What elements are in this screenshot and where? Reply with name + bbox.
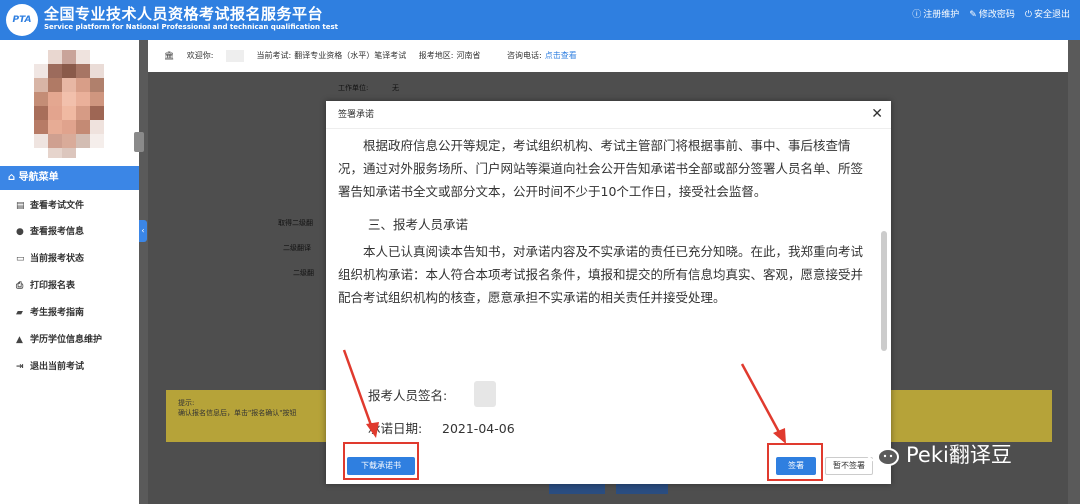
sidebar-item-status[interactable]: ▭ 当前报考状态 <box>0 246 139 272</box>
power-icon: ⏻ <box>1024 10 1032 20</box>
commitment-modal: 签署承诺 ✕ 根据政府信息公开等规定，考试组织机构、考试主管部门将根据事前、事中… <box>326 101 891 484</box>
commitment-paragraph: 本人已认真阅读本告知书，对承诺内容及不实承诺的责任已充分知晓。在此，我郑重向考试… <box>338 244 864 305</box>
info-icon: ● <box>16 227 24 237</box>
bg-row-label: 二级翻 <box>293 269 314 277</box>
section-title: 三、报考人员承诺 <box>368 217 469 232</box>
commit-date-value: 2021-04-06 <box>442 421 515 436</box>
annotation-arrow <box>740 363 786 444</box>
book-icon: ▰ <box>16 308 23 318</box>
sidebar-scrollbar[interactable] <box>134 132 144 152</box>
annotation-box <box>767 443 823 481</box>
username-blurred <box>225 49 244 62</box>
view-phone-link[interactable]: 点击查看 <box>545 51 577 60</box>
annotation-arrow <box>342 349 379 438</box>
sidebar-collapse-toggle[interactable]: ‹ <box>139 220 147 242</box>
graduation-cap-icon: ▲ <box>16 335 23 345</box>
sidebar-item-guide[interactable]: ▰ 考生报考指南 <box>0 300 139 326</box>
site-subtitle: Service platform for National Profession… <box>44 23 338 31</box>
change-password-link[interactable]: ✎ 修改密码 <box>969 7 1015 20</box>
modal-scrollbar[interactable] <box>881 131 887 441</box>
bank-icon: 🏛 <box>164 51 175 60</box>
exam-info-bar: 🏛 欢迎你: 当前考试: 翻译专业资格（水平）笔译考试 报考地区: 河南省 咨询电话… <box>148 40 1068 72</box>
sidebar-item-exam-files[interactable]: ▤ 查看考试文件 <box>0 193 139 219</box>
work-unit-label: 工作单位: <box>338 84 369 92</box>
sidebar-item-degree-info[interactable]: ▲ 学历学位信息维护 <box>0 327 139 353</box>
close-icon[interactable]: ✕ <box>871 107 883 121</box>
edit-icon: ✎ <box>969 10 977 20</box>
avatar <box>34 50 104 158</box>
exit-icon: ⇥ <box>16 362 24 372</box>
signature-value-blurred <box>474 381 496 407</box>
pta-logo: PTA <box>6 4 38 36</box>
sidebar-item-print-form[interactable]: ⎙ 打印报名表 <box>0 273 139 299</box>
chevron-left-icon: ‹ <box>141 226 145 235</box>
bg-row-label: 取得二级翻 <box>278 219 313 227</box>
print-icon: ⎙ <box>16 281 24 291</box>
monitor-icon: ▭ <box>16 254 25 264</box>
modal-title: 签署承诺 <box>338 110 375 120</box>
home-icon: ⌂ <box>8 172 16 183</box>
sidebar-item-registration-info[interactable]: ● 查看报考信息 <box>0 219 139 245</box>
nav-menu-header: ⌂ 导航菜单 <box>0 166 139 190</box>
bg-row-label: 二级翻译 <box>283 244 311 252</box>
header-links: ⓘ 注册维护 ✎ 修改密码 ⏻ 安全退出 <box>912 7 1070 20</box>
info-icon: ⓘ <box>912 10 922 20</box>
work-unit-value: 无 <box>392 84 399 92</box>
file-icon: ▤ <box>16 201 25 211</box>
annotation-box <box>343 442 419 480</box>
wechat-icon <box>866 441 899 466</box>
wechat-watermark: Peki翻译豆 <box>866 439 1012 469</box>
sidebar-item-exit-exam[interactable]: ⇥ 退出当前考试 <box>0 354 139 380</box>
commitment-paragraph: 根据政府信息公开等规定，考试组织机构、考试主管部门将根据事前、事中、事后核查情况… <box>338 138 864 199</box>
app-header: PTA 全国专业技术人员资格考试报名服务平台 Service platform … <box>0 0 1080 40</box>
logout-link[interactable]: ⏻ 安全退出 <box>1025 7 1070 20</box>
modal-header: 签署承诺 ✕ <box>326 101 891 129</box>
site-title: 全国专业技术人员资格考试报名服务平台 <box>44 5 324 23</box>
register-maintain-link[interactable]: ⓘ 注册维护 <box>912 7 959 20</box>
sidebar: ⌂ 导航菜单 ▤ 查看考试文件 ● 查看报考信息 ▭ 当前报考状态 ⎙ 打印报名表 ▰ 考… <box>0 40 139 504</box>
